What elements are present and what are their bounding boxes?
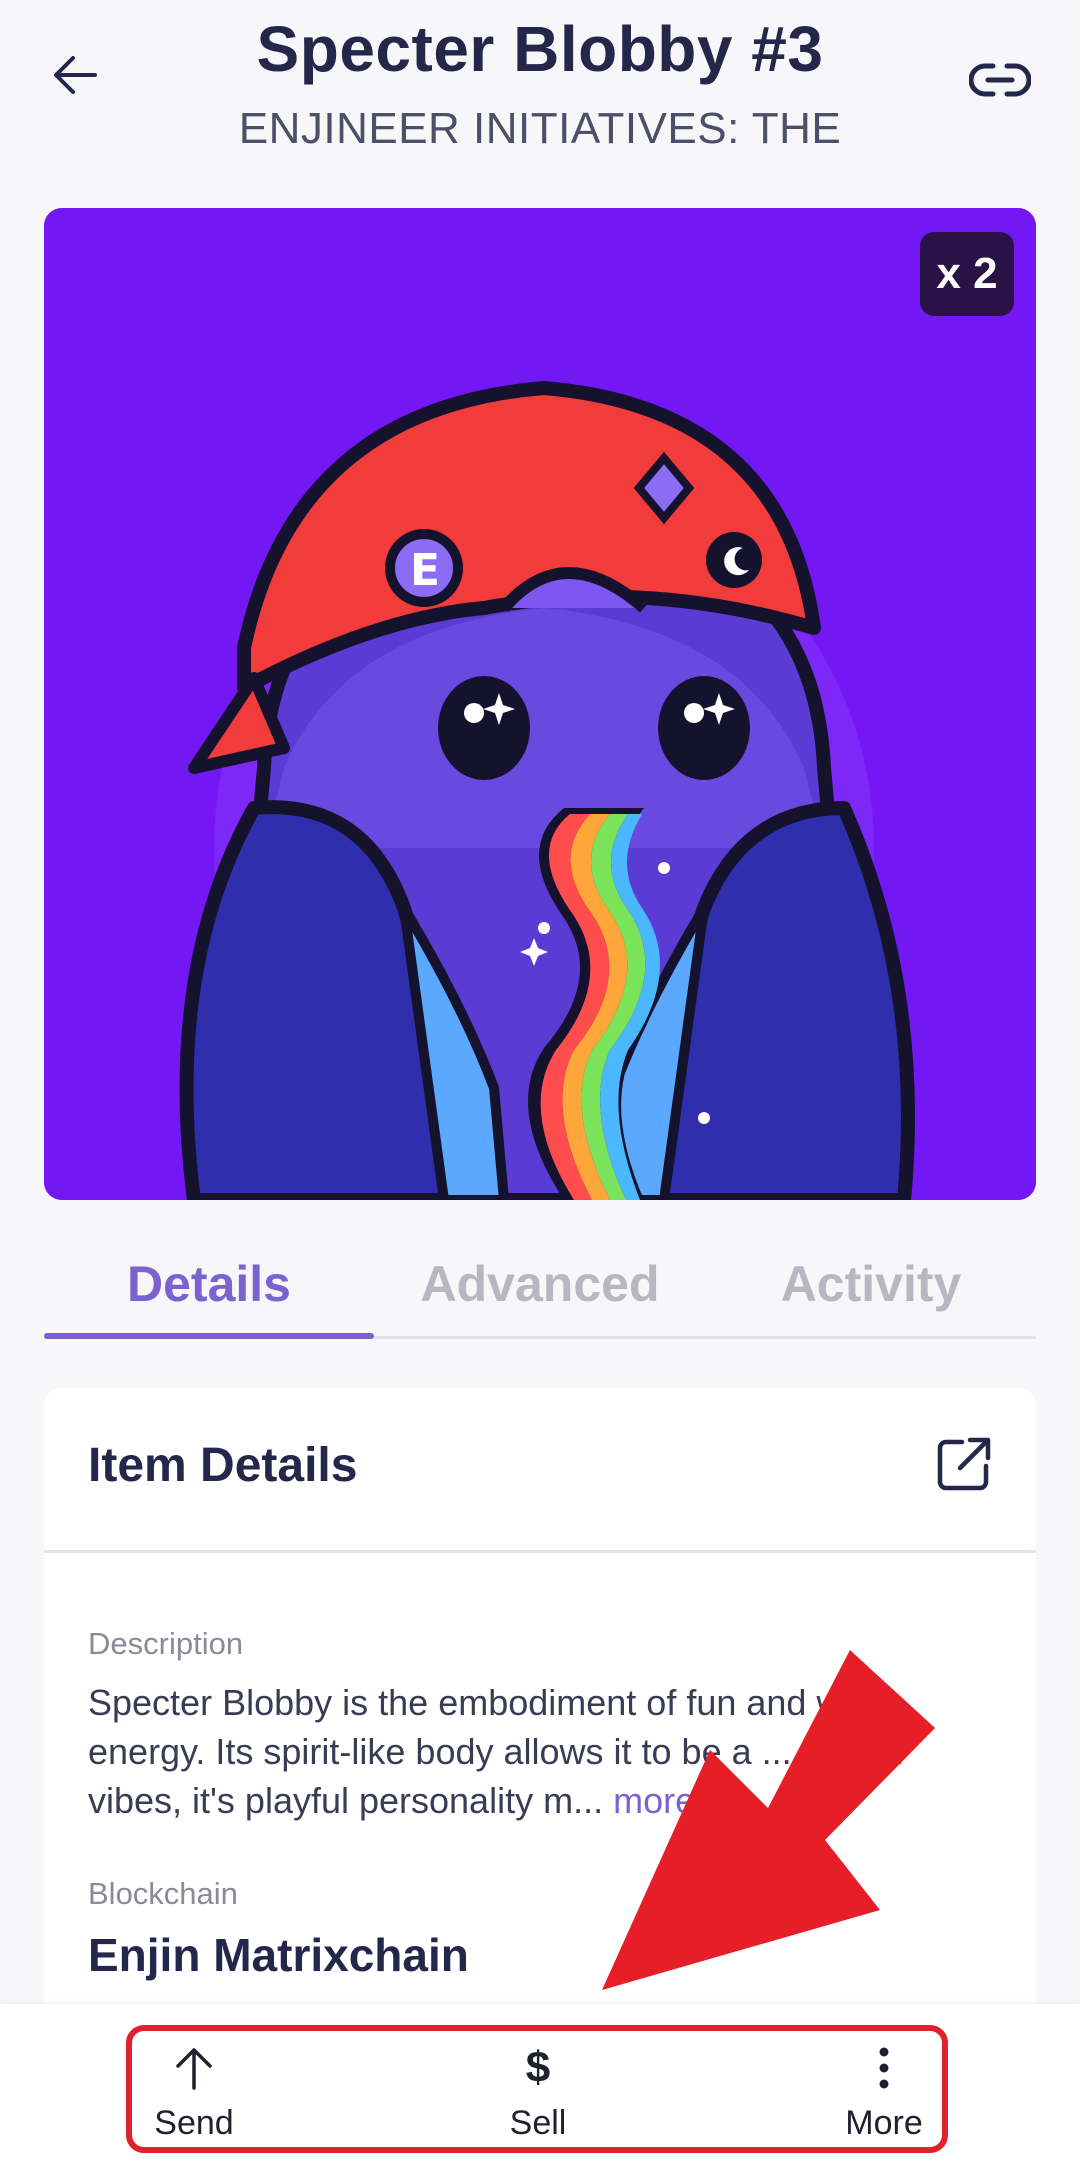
send-button[interactable]: Send [144,2040,244,2150]
svg-text:E: E [410,545,440,596]
back-button[interactable] [40,40,110,110]
card-divider [44,1550,1036,1553]
nft-artwork: E [44,208,1036,1200]
tab-advanced[interactable]: Advanced [375,1230,705,1338]
description-body: Specter Blobby is the embodiment of fun … [88,1682,904,1821]
dollar-icon: $ [525,2043,551,2092]
bottom-action-bar: Send $ Sell More [0,2004,1080,2170]
header: Specter Blobby #3 ENJINEER INITIATIVES: … [0,0,1080,190]
read-more-link[interactable]: more [613,1780,695,1821]
sell-button[interactable]: $ Sell [488,2040,588,2150]
nft-image[interactable]: E x 2 [44,208,1036,1200]
arrow-up-icon [176,2048,212,2090]
link-icon [969,63,1031,97]
blockchain-label: Blockchain [88,1876,238,1911]
active-tab-indicator [44,1333,374,1339]
quantity-badge: x 2 [920,232,1014,316]
card-title: Item Details [88,1439,358,1492]
description-text: Specter Blobby is the embodiment of fun … [88,1678,988,1825]
collection-name: ENJINEER INITIATIVES: THE [238,104,842,153]
copy-link-button[interactable] [960,45,1040,115]
dots-vertical-icon [879,2047,889,2089]
item-details-card: Item Details Description Specter Blobby … [44,1388,1036,2108]
more-label: More [845,2104,923,2142]
tab-activity[interactable]: Activity [706,1230,1036,1338]
page-title: Specter Blobby #3 [256,13,824,85]
arrow-left-icon [54,56,97,94]
open-external-button[interactable] [932,1432,996,1496]
send-label: Send [154,2104,234,2142]
more-button[interactable]: More [834,2040,934,2150]
tab-bar: Details Advanced Activity [44,1230,1036,1342]
blockchain-value: Enjin Matrixchain [88,1929,469,1981]
tab-details[interactable]: Details [44,1230,374,1338]
external-link-icon [937,1437,991,1491]
description-label: Description [88,1626,244,1661]
sell-label: Sell [509,2104,567,2142]
